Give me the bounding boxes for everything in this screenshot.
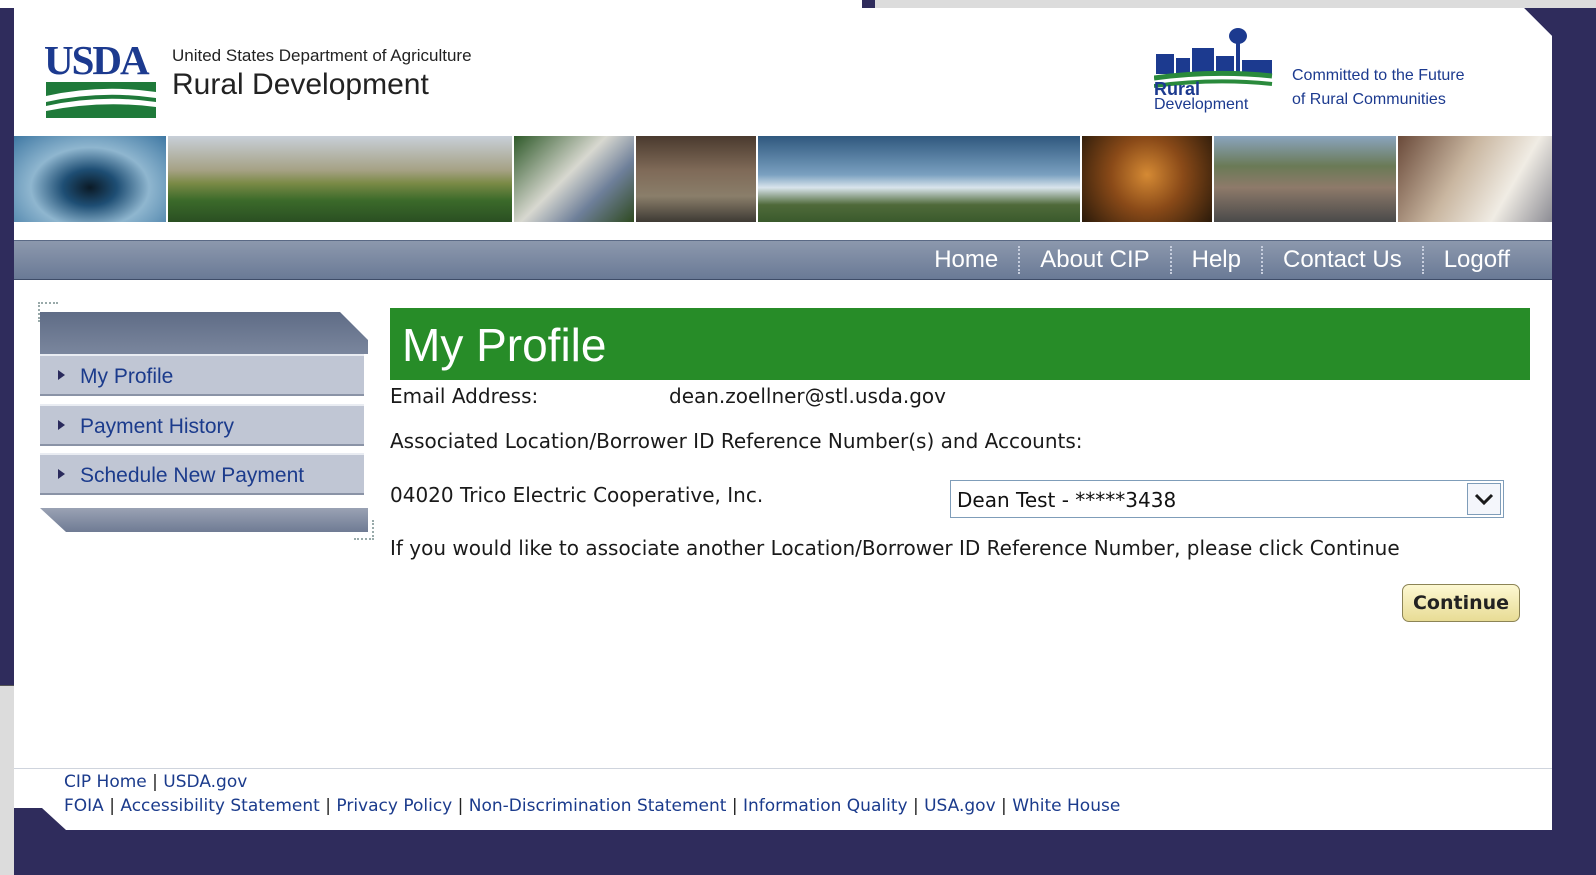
background-strip <box>0 0 862 8</box>
banner-photo-office <box>1398 136 1552 222</box>
triangle-right-icon <box>58 420 65 430</box>
email-value: dean.zoellner@stl.usda.gov <box>669 384 946 408</box>
usda-logo-graphic <box>46 82 156 118</box>
banner-photo-farm <box>168 136 514 222</box>
footer-link-usda-gov[interactable]: USDA.gov <box>163 772 247 792</box>
agency-name: Rural Development <box>172 68 429 101</box>
footer-link-information-quality[interactable]: Information Quality <box>743 796 908 816</box>
banner-photo-water <box>14 136 168 222</box>
top-nav: Home About CIP Help Contact Us Logoff <box>14 240 1552 280</box>
sidebar-item-label: Payment History <box>80 415 235 438</box>
usda-logo-text: USDA <box>44 37 150 83</box>
title-bar: My Profile <box>390 308 1530 380</box>
sidebar: My Profile Payment History Schedule New … <box>38 302 374 540</box>
banner-photo-farmers <box>514 136 636 222</box>
rd-logo-text: Development <box>1154 96 1249 113</box>
background-panel <box>0 685 14 875</box>
nav-help[interactable]: Help <box>1169 246 1261 274</box>
banner-photo-main-street <box>1214 136 1398 222</box>
account-select[interactable]: Dean Test - *****3438 <box>950 480 1504 518</box>
footer-link-accessibility[interactable]: Accessibility Statement <box>120 796 319 816</box>
sidebar-item-label: Schedule New Payment <box>80 464 305 487</box>
sidebar-item-my-profile[interactable]: My Profile <box>40 354 364 396</box>
footer-separator: | <box>152 772 164 792</box>
associate-prompt: If you would like to associate another L… <box>390 536 1400 560</box>
account-select-value: Dean Test - *****3438 <box>957 488 1177 512</box>
chevron-down-icon[interactable] <box>1467 483 1501 515</box>
continue-button[interactable]: Continue <box>1402 584 1520 622</box>
sidebar-header <box>40 312 368 354</box>
main-content: My Profile Email Address: dean.zoellner@… <box>390 308 1530 638</box>
dept-name: United States Department of Agriculture <box>172 46 472 65</box>
footer-link-usa-gov[interactable]: USA.gov <box>924 796 996 816</box>
footer-link-non-discrimination[interactable]: Non-Discrimination Statement <box>469 796 727 816</box>
banner-photo-farmer <box>1082 136 1214 222</box>
footer-link-foia[interactable]: FOIA <box>64 796 104 816</box>
banner-photo-irrigation <box>758 136 1082 222</box>
nav-links: Home About CIP Help Contact Us Logoff <box>914 241 1530 279</box>
footer-separator: | <box>325 796 337 816</box>
page-frame: USDA United States Department of Agricul… <box>14 8 1552 830</box>
photo-banner <box>14 136 1552 222</box>
nav-about-cip[interactable]: About CIP <box>1018 246 1169 274</box>
footer-separator: | <box>912 796 925 816</box>
email-label: Email Address: <box>390 384 539 408</box>
triangle-right-icon <box>58 469 65 479</box>
background-strip <box>875 0 1596 8</box>
footer-separator: | <box>109 796 121 816</box>
footer-link-cip-home[interactable]: CIP Home <box>64 772 147 792</box>
footer-link-privacy[interactable]: Privacy Policy <box>336 796 452 816</box>
footer-separator: | <box>731 796 743 816</box>
associated-accounts-label: Associated Location/Borrower ID Referenc… <box>390 429 1083 453</box>
sidebar-footer <box>40 508 368 532</box>
sidebar-item-label: My Profile <box>80 365 174 388</box>
sidebar-corner-dots <box>354 520 374 540</box>
triangle-right-icon <box>58 370 65 380</box>
tagline-line: Committed to the Future <box>1292 67 1465 84</box>
sidebar-item-schedule-new-payment[interactable]: Schedule New Payment <box>40 453 364 495</box>
footer-separator: | <box>457 796 469 816</box>
footer-links-secondary: FOIA | Accessibility Statement | Privacy… <box>64 796 1120 816</box>
nav-home[interactable]: Home <box>914 246 1018 274</box>
sidebar-item-payment-history[interactable]: Payment History <box>40 404 364 446</box>
footer-links-primary: CIP Home | USDA.gov <box>64 772 247 792</box>
location-name: 04020 Trico Electric Cooperative, Inc. <box>390 483 764 507</box>
tagline: Committed to the Future of Rural Communi… <box>1292 64 1465 112</box>
footer-separator: | <box>1001 796 1013 816</box>
site-header: USDA United States Department of Agricul… <box>14 8 1552 136</box>
nav-logoff[interactable]: Logoff <box>1421 246 1530 274</box>
nav-contact-us[interactable]: Contact Us <box>1260 246 1422 274</box>
footer-link-white-house[interactable]: White House <box>1012 796 1120 816</box>
page-title: My Profile <box>402 319 607 371</box>
banner-photo-town <box>636 136 758 222</box>
chevron-down-icon-glyph <box>1474 493 1494 506</box>
divider <box>0 685 16 686</box>
footer-divider <box>14 768 1552 769</box>
email-row: Email Address: dean.zoellner@stl.usda.go… <box>390 384 946 408</box>
usda-logo[interactable]: USDA <box>44 38 156 122</box>
tagline-line: of Rural Communities <box>1292 91 1446 108</box>
